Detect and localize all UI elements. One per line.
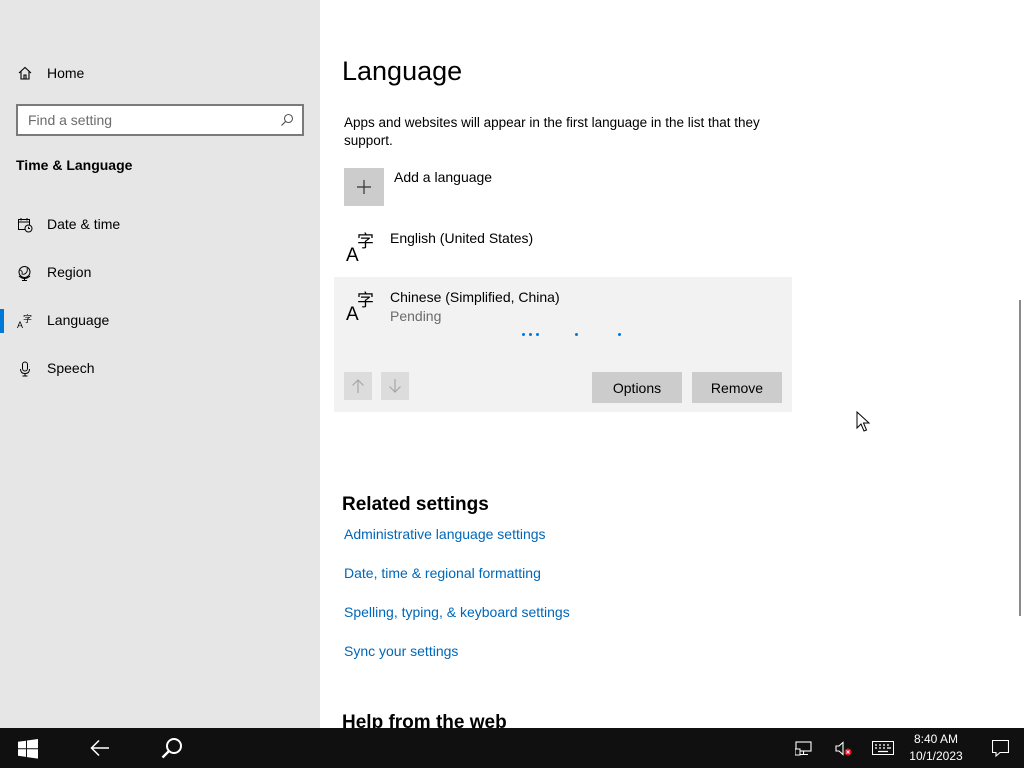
language-name: Chinese (Simplified, China) [390, 289, 560, 305]
sidebar-item-speech[interactable]: Speech [0, 349, 320, 389]
sidebar-item-label: Language [47, 312, 110, 328]
sidebar-item-date-time[interactable]: Date & time [0, 205, 320, 245]
progress-dot [536, 333, 539, 336]
help-from-web-title: Help from the web [342, 712, 507, 728]
link-administrative-language[interactable]: Administrative language settings [344, 526, 546, 542]
keyboard-icon [872, 741, 894, 755]
search-box[interactable] [16, 104, 304, 136]
add-language-label: Add a language [394, 169, 493, 185]
language-icon: A 字 [346, 291, 374, 321]
back-button[interactable] [72, 728, 128, 768]
language-name: English (United States) [390, 230, 534, 246]
progress-dot [522, 333, 525, 336]
remove-button[interactable]: Remove [692, 372, 782, 403]
start-icon [18, 739, 38, 759]
sidebar-item-label: Date & time [47, 216, 121, 232]
plus-icon [357, 180, 371, 194]
move-down-button[interactable] [381, 372, 409, 400]
scrollbar[interactable] [1019, 300, 1021, 616]
svg-text:字: 字 [357, 291, 374, 311]
move-up-button[interactable] [344, 372, 372, 400]
sidebar-item-region[interactable]: Region [0, 253, 320, 293]
keyboard-button[interactable] [868, 728, 898, 768]
svg-text:字: 字 [23, 313, 32, 325]
language-description: Apps and websites will appear in the fir… [344, 115, 760, 148]
language-item-english[interactable]: A 字 English (United States) [334, 222, 792, 274]
search-input[interactable] [18, 106, 276, 134]
arrow-down-icon [389, 379, 401, 393]
sidebar-item-label: Speech [47, 360, 95, 376]
clock-date: 10/1/2023 [909, 749, 963, 763]
arrow-up-icon [352, 379, 364, 393]
home-icon [18, 66, 32, 80]
back-icon [90, 739, 109, 757]
main-content: Language Apps and websites will appear i… [320, 0, 1024, 728]
volume-button[interactable] [830, 728, 858, 768]
nav-home[interactable]: Home [0, 58, 320, 88]
start-button[interactable] [0, 728, 56, 768]
search-icon[interactable] [280, 113, 294, 127]
progress-dot [575, 333, 578, 336]
language-icon: A 字 [17, 313, 32, 329]
home-label: Home [47, 65, 85, 81]
taskbar-search-button[interactable] [144, 728, 200, 768]
taskbar: 8:40 AM 10/1/2023 [0, 728, 1024, 768]
sidebar: Home Time & Language Date & time Region … [0, 0, 320, 728]
language-status: Pending [390, 308, 442, 324]
link-sync-settings[interactable]: Sync your settings [344, 643, 458, 659]
microphone-icon [20, 361, 30, 377]
language-item-chinese[interactable]: A 字 Chinese (Simplified, China) Pending … [334, 277, 792, 412]
network-button[interactable] [790, 728, 818, 768]
add-language-tile[interactable] [344, 168, 384, 206]
volume-muted-icon [835, 741, 852, 756]
link-spelling-typing-keyboard[interactable]: Spelling, typing, & keyboard settings [344, 604, 570, 620]
network-icon [795, 741, 812, 756]
add-language-button[interactable]: Add a language [344, 168, 644, 208]
language-icon: A 字 [346, 232, 374, 262]
sidebar-item-label: Region [47, 264, 92, 280]
section-title: Time & Language [16, 157, 133, 173]
sidebar-item-language[interactable]: A 字 Language [0, 301, 320, 341]
clock-time: 8:40 AM [913, 732, 959, 746]
related-settings-title: Related settings [342, 494, 489, 515]
search-icon [161, 738, 182, 759]
taskbar-clock[interactable]: 8:40 AM 10/1/2023 [900, 731, 972, 765]
notification-button[interactable] [980, 728, 1020, 768]
options-button[interactable]: Options [592, 372, 682, 403]
link-date-time-regional[interactable]: Date, time & regional formatting [344, 565, 541, 581]
progress-dot [529, 333, 532, 336]
progress-dot [618, 333, 621, 336]
svg-text:字: 字 [357, 232, 374, 252]
notification-icon [992, 740, 1009, 757]
page-title: Language [342, 56, 463, 86]
globe-icon [18, 266, 31, 281]
calendar-clock-icon [18, 218, 33, 233]
mouse-cursor-icon [856, 411, 870, 432]
